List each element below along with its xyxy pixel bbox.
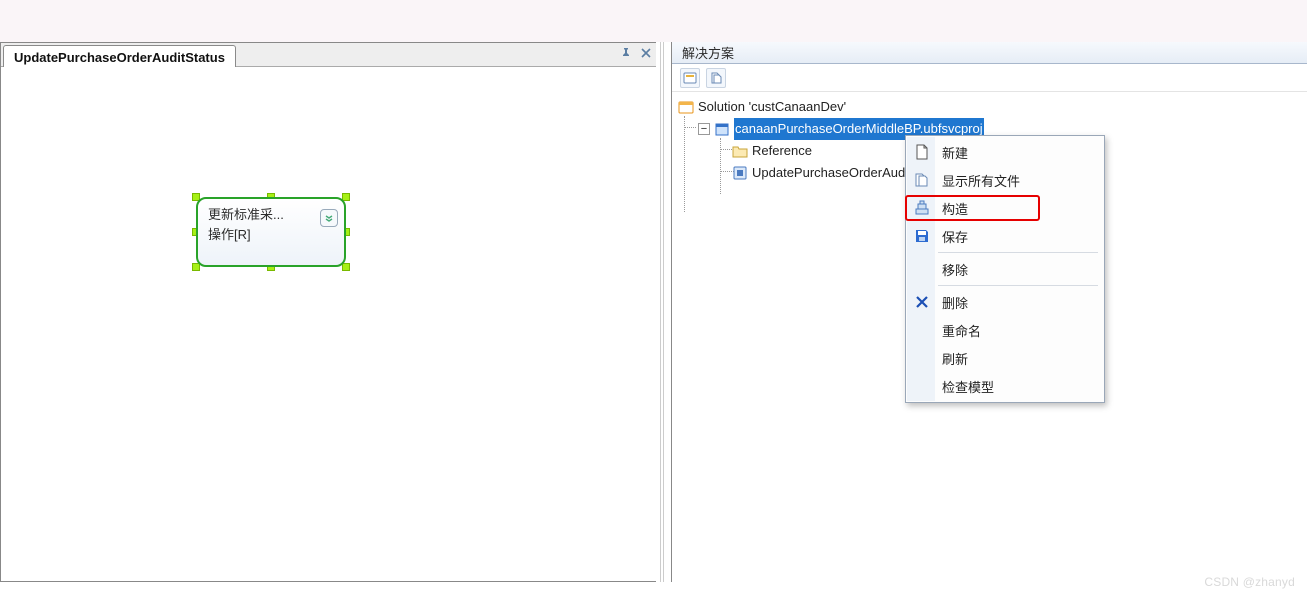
blank-icon [912, 376, 932, 396]
menu-item-show-all[interactable]: 显示所有文件 [908, 166, 1102, 194]
close-icon[interactable] [638, 45, 654, 61]
tree-row-solution[interactable]: Solution 'custCanaanDev' [676, 96, 1301, 118]
resize-handle[interactable] [342, 263, 350, 271]
watermark: CSDN @zhanyd [1204, 575, 1295, 589]
context-menu: 新建 显示所有文件 构造 保存 移除 [905, 135, 1105, 403]
activity-node-selection: 更新标准采... 操作[R] [196, 197, 346, 267]
properties-icon[interactable] [680, 68, 700, 88]
explorer-toolbar [672, 64, 1307, 92]
collapse-icon[interactable]: − [698, 123, 710, 135]
menu-label: 新建 [942, 143, 968, 162]
menu-separator [938, 252, 1098, 253]
project-icon [714, 121, 730, 137]
blank-icon [912, 259, 932, 279]
menu-label: 构造 [942, 199, 968, 218]
tab-document[interactable]: UpdatePurchaseOrderAuditStatus [3, 45, 236, 69]
new-file-icon [912, 142, 932, 162]
panel-header: 解决方案 [672, 42, 1307, 64]
tab-title: UpdatePurchaseOrderAuditStatus [14, 48, 225, 68]
menu-label: 显示所有文件 [942, 171, 1020, 190]
menu-item-build[interactable]: 构造 [908, 194, 1102, 222]
designer-pane: UpdatePurchaseOrderAuditStatus [0, 42, 660, 582]
design-canvas[interactable]: 更新标准采... 操作[R] [1, 67, 660, 581]
menu-label: 检查模型 [942, 377, 994, 396]
menu-item-remove[interactable]: 移除 [908, 255, 1102, 283]
activity-title: 更新标准采... [208, 205, 314, 225]
reference-label: Reference [752, 140, 812, 162]
menu-item-save[interactable]: 保存 [908, 222, 1102, 250]
menu-item-new[interactable]: 新建 [908, 138, 1102, 166]
activity-node[interactable]: 更新标准采... 操作[R] [196, 197, 346, 267]
menu-item-refresh[interactable]: 刷新 [908, 344, 1102, 372]
build-icon [912, 198, 932, 218]
menu-label: 移除 [942, 260, 968, 279]
top-strip [0, 0, 1307, 42]
vertical-splitter[interactable] [656, 42, 668, 582]
folder-icon [732, 143, 748, 159]
solution-icon [678, 99, 694, 115]
show-all-files-icon[interactable] [706, 68, 726, 88]
menu-label: 保存 [942, 227, 968, 246]
panel-title: 解决方案 [682, 43, 734, 62]
menu-separator [938, 285, 1098, 286]
blank-icon [912, 348, 932, 368]
tab-bar: UpdatePurchaseOrderAuditStatus [1, 43, 660, 67]
save-icon [912, 226, 932, 246]
blank-icon [912, 320, 932, 340]
menu-label: 重命名 [942, 321, 981, 340]
chevron-down-icon[interactable] [320, 209, 338, 227]
menu-label: 删除 [942, 293, 968, 312]
menu-item-delete[interactable]: 删除 [908, 288, 1102, 316]
show-all-files-icon [912, 170, 932, 190]
menu-label: 刷新 [942, 349, 968, 368]
component-icon [732, 165, 748, 181]
solution-label: Solution 'custCanaanDev' [698, 96, 846, 118]
delete-icon [912, 292, 932, 312]
menu-item-rename[interactable]: 重命名 [908, 316, 1102, 344]
pin-icon[interactable] [618, 45, 634, 61]
menu-item-check-model[interactable]: 检查模型 [908, 372, 1102, 400]
activity-subtitle: 操作[R] [208, 225, 314, 245]
